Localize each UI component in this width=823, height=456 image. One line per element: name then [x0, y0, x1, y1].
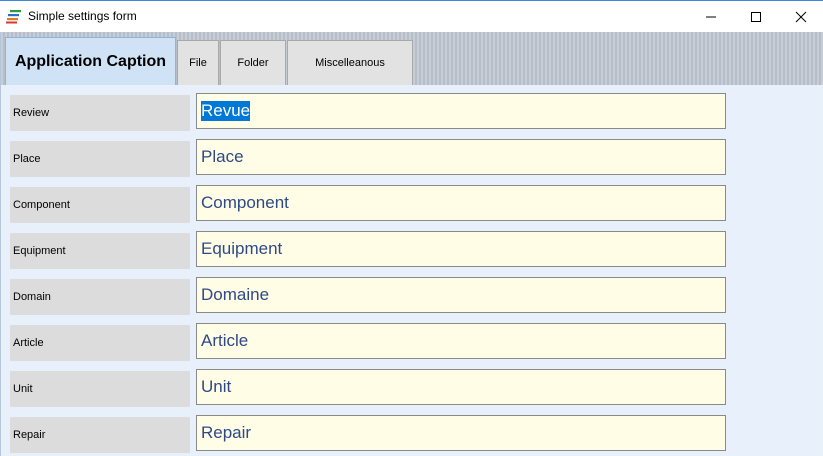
- field-label: Component: [10, 187, 190, 223]
- tab-file[interactable]: File: [177, 40, 219, 85]
- tab-folder[interactable]: Folder: [220, 40, 286, 85]
- review-input[interactable]: [196, 93, 726, 129]
- repair-input[interactable]: [196, 415, 726, 451]
- field-label: Place: [10, 141, 190, 177]
- field-label: Repair: [10, 417, 190, 453]
- article-input[interactable]: [196, 323, 726, 359]
- field-row-domain: Domain: [10, 277, 726, 315]
- field-label: Review: [10, 95, 190, 131]
- window-title: Simple settings form: [28, 9, 137, 23]
- tab-label: File: [189, 57, 207, 69]
- form-client-area: Application Caption File Folder Miscelle…: [0, 32, 823, 456]
- field-label: Article: [10, 325, 190, 361]
- field-row-equipment: Equipment: [10, 231, 726, 269]
- tab-application-caption[interactable]: Application Caption: [5, 37, 176, 86]
- field-row-review: Review: [10, 93, 726, 131]
- component-input[interactable]: [196, 185, 726, 221]
- domain-input[interactable]: [196, 277, 726, 313]
- field-label: Unit: [10, 371, 190, 407]
- field-row-repair: Repair: [10, 415, 726, 453]
- app-icon: [6, 8, 22, 24]
- field-row-place: Place: [10, 139, 726, 177]
- tab-miscelleanous[interactable]: Miscelleanous: [287, 40, 413, 85]
- tab-strip: Application Caption File Folder Miscelle…: [1, 32, 823, 86]
- close-button[interactable]: [778, 1, 823, 32]
- tab-label: Folder: [237, 57, 269, 69]
- unit-input[interactable]: [196, 369, 726, 405]
- field-label: Domain: [10, 279, 190, 315]
- settings-panel: Review Place Component Equipment Domain …: [5, 85, 819, 456]
- minimize-icon: [706, 16, 716, 17]
- maximize-button[interactable]: [733, 1, 779, 32]
- field-label: Equipment: [10, 233, 190, 269]
- field-row-article: Article: [10, 323, 726, 361]
- field-row-unit: Unit: [10, 369, 726, 407]
- close-icon: [795, 11, 807, 22]
- minimize-button[interactable]: [688, 1, 734, 32]
- title-bar: Simple settings form: [0, 0, 823, 32]
- maximize-icon: [751, 11, 761, 22]
- field-row-component: Component: [10, 185, 726, 223]
- tab-label: Application Caption: [14, 53, 167, 70]
- tab-label: Miscelleanous: [315, 57, 385, 69]
- place-input[interactable]: [196, 139, 726, 175]
- equipment-input[interactable]: [196, 231, 726, 267]
